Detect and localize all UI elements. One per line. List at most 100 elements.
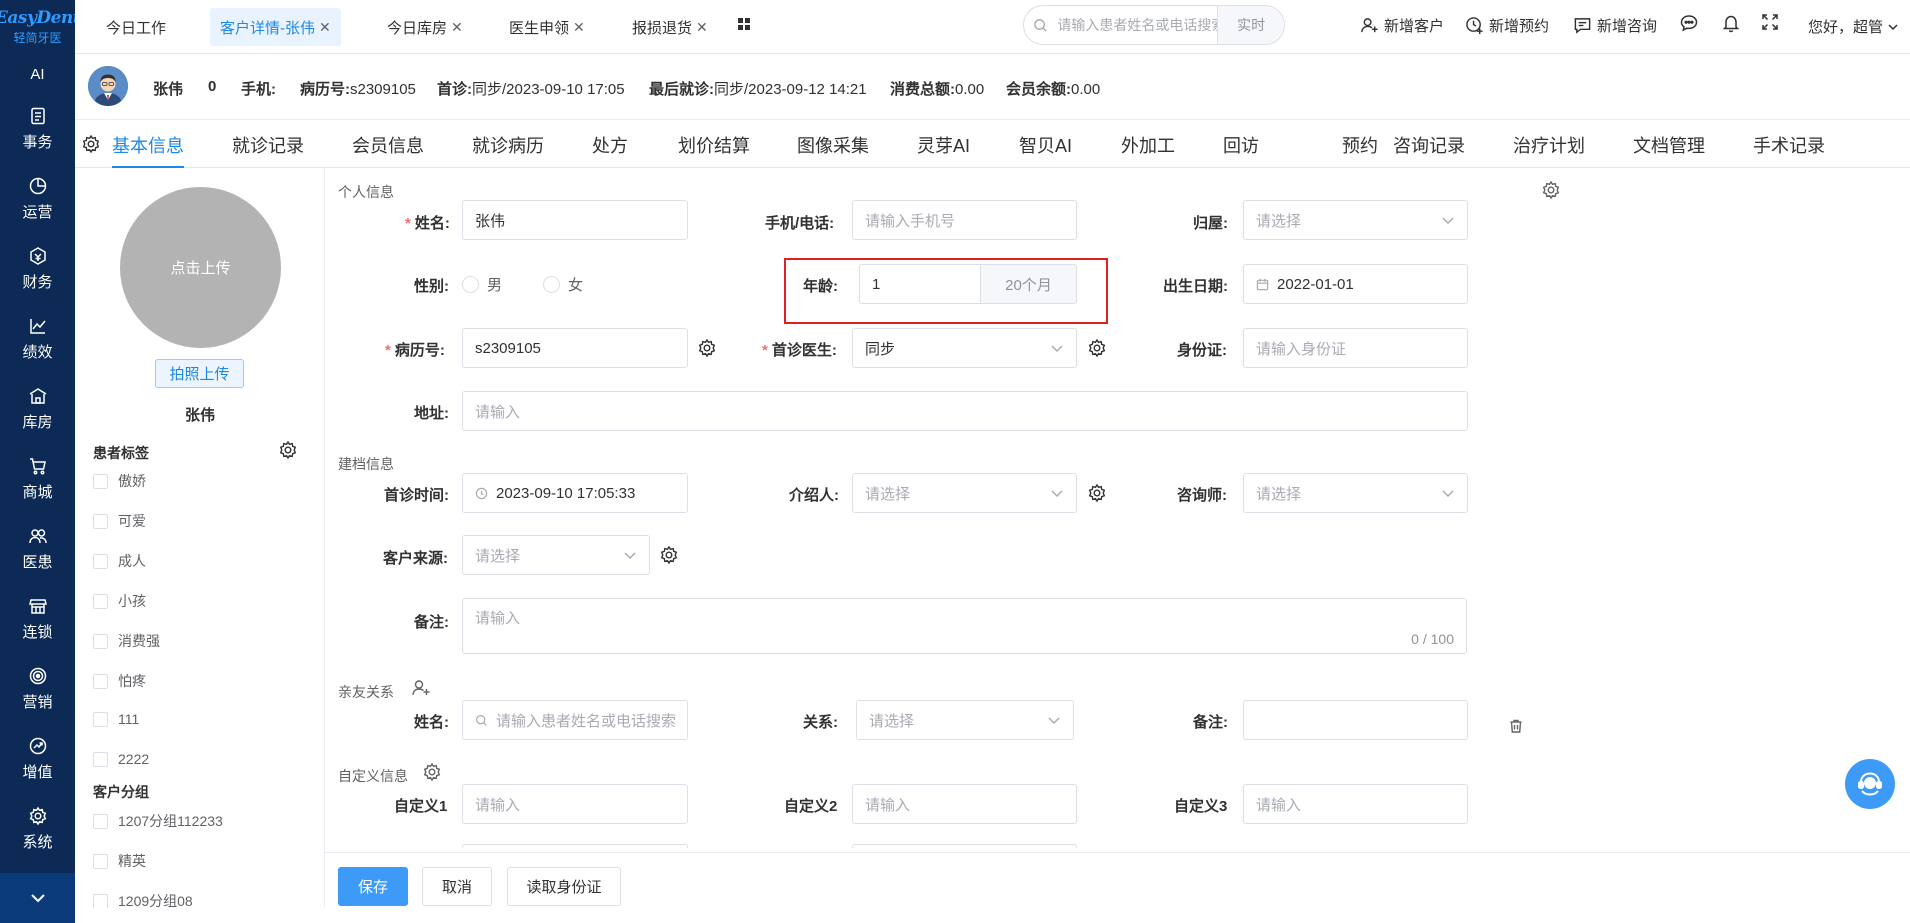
- take-photo-button[interactable]: 拍照上传: [155, 359, 244, 388]
- avatar[interactable]: [88, 66, 128, 106]
- sidebar-item-patients[interactable]: 医患: [0, 514, 75, 584]
- tab-prescription[interactable]: 处方: [592, 132, 628, 168]
- checkbox-icon[interactable]: [93, 893, 108, 908]
- tab-image-capture[interactable]: 图像采集: [797, 132, 869, 168]
- tab-today-warehouse[interactable]: 今日库房 ✕: [387, 8, 463, 46]
- belong-select[interactable]: 请选择: [1243, 200, 1468, 240]
- tab-documents[interactable]: 文档管理: [1633, 132, 1705, 168]
- gear-icon[interactable]: [422, 762, 442, 782]
- first-doctor-select[interactable]: 同步: [852, 328, 1077, 368]
- tag-checkbox[interactable]: 2222: [93, 751, 149, 767]
- tab-member-info[interactable]: 会员信息: [352, 132, 424, 168]
- sidebar-item-value-added[interactable]: 增值: [0, 724, 75, 794]
- bell-icon[interactable]: [1721, 13, 1741, 33]
- tag-checkbox[interactable]: 小孩: [93, 591, 146, 611]
- source-select[interactable]: 请选择: [462, 535, 650, 575]
- custom1-input[interactable]: 请输入: [462, 784, 688, 824]
- sidebar-item-chain[interactable]: 连锁: [0, 584, 75, 654]
- custom4-input[interactable]: [462, 844, 688, 848]
- tab-consult-records[interactable]: 咨询记录: [1393, 132, 1465, 168]
- save-button[interactable]: 保存: [338, 867, 408, 906]
- checkbox-icon[interactable]: [93, 813, 108, 829]
- group-checkbox[interactable]: 1207分组112233: [93, 811, 223, 831]
- logo[interactable]: EasyDent 轻简牙医: [0, 0, 81, 54]
- tab-damage-return[interactable]: 报损退货 ✕: [632, 8, 708, 46]
- new-appointment-button[interactable]: 新增预约: [1465, 12, 1549, 38]
- cancel-button[interactable]: 取消: [422, 867, 492, 906]
- gear-icon[interactable]: [697, 338, 717, 358]
- gender-male-radio[interactable]: 男: [462, 274, 502, 295]
- tab-doctor-requisition[interactable]: 医生申领 ✕: [509, 8, 585, 46]
- age-input[interactable]: 1: [859, 264, 981, 304]
- sidebar-item-warehouse[interactable]: 库房: [0, 374, 75, 444]
- close-icon[interactable]: ✕: [319, 19, 331, 36]
- referrer-select[interactable]: 请选择: [852, 473, 1077, 513]
- sidebar-item-tasks[interactable]: 事务: [0, 94, 75, 164]
- sidebar-item-finance[interactable]: 财务: [0, 234, 75, 304]
- tab-today-work[interactable]: 今日工作: [106, 8, 166, 46]
- checkbox-icon[interactable]: [93, 751, 108, 767]
- gender-female-radio[interactable]: 女: [543, 274, 583, 295]
- record-no-input[interactable]: s2309105: [462, 328, 688, 368]
- sidebar-item-marketing[interactable]: 营销: [0, 654, 75, 724]
- tab-customer-detail[interactable]: 客户详情-张伟 ✕: [210, 8, 341, 46]
- birth-date-picker[interactable]: 2022-01-01: [1243, 264, 1468, 304]
- search-mode-button[interactable]: 实时: [1217, 6, 1284, 44]
- id-card-input[interactable]: 请输入身份证: [1243, 328, 1468, 368]
- radio-icon[interactable]: [543, 276, 560, 293]
- tag-checkbox[interactable]: 成人: [93, 551, 146, 571]
- phone-input[interactable]: 请输入手机号: [852, 200, 1077, 240]
- tag-checkbox[interactable]: 消费强: [93, 631, 160, 651]
- new-customer-button[interactable]: 新增客户: [1360, 12, 1444, 38]
- checkbox-icon[interactable]: [93, 473, 108, 489]
- chat-icon[interactable]: [1679, 13, 1699, 33]
- tag-checkbox[interactable]: 怕疼: [93, 671, 146, 691]
- checkbox-icon[interactable]: [93, 513, 108, 529]
- read-id-card-button[interactable]: 读取身份证: [507, 867, 621, 906]
- remark-textarea[interactable]: 请输入 0 / 100: [462, 598, 1467, 654]
- relation-select[interactable]: 请选择: [856, 700, 1074, 740]
- tab-basic-info[interactable]: 基本信息: [112, 132, 184, 168]
- custom3-input[interactable]: 请输入: [1243, 784, 1468, 824]
- tab-follow-up[interactable]: 回访: [1223, 132, 1259, 168]
- trash-icon[interactable]: [1508, 718, 1524, 734]
- checkbox-icon[interactable]: [93, 853, 108, 869]
- sidebar-item-system[interactable]: 系统: [0, 794, 75, 864]
- checkbox-icon[interactable]: [93, 633, 108, 649]
- fullscreen-icon[interactable]: [1761, 13, 1779, 31]
- sidebar-item-ai[interactable]: AI: [0, 54, 75, 94]
- address-input[interactable]: 请输入: [462, 391, 1468, 431]
- tab-medical-records[interactable]: 就诊病历: [472, 132, 544, 168]
- gear-icon[interactable]: [81, 134, 101, 154]
- gear-icon[interactable]: [1087, 338, 1107, 358]
- tab-appointments[interactable]: 预约: [1342, 132, 1378, 168]
- tab-treatment-plan[interactable]: 治疗计划: [1513, 132, 1585, 168]
- checkbox-icon[interactable]: [93, 593, 108, 609]
- tab-visit-records[interactable]: 就诊记录: [232, 132, 304, 168]
- gear-icon[interactable]: [1541, 180, 1561, 200]
- checkbox-icon[interactable]: [93, 553, 108, 569]
- search-input[interactable]: [1057, 6, 1218, 44]
- custom5-input[interactable]: [852, 844, 1077, 848]
- relative-remark-input[interactable]: [1243, 700, 1468, 740]
- photo-upload-area[interactable]: 点击上传: [120, 187, 281, 348]
- checkbox-icon[interactable]: [93, 711, 108, 727]
- gear-icon[interactable]: [278, 440, 298, 460]
- sidebar-item-mall[interactable]: 商城: [0, 444, 75, 514]
- gear-icon[interactable]: [1087, 483, 1107, 503]
- sidebar-collapse-button[interactable]: [0, 873, 75, 923]
- new-consult-button[interactable]: 新增咨询: [1573, 12, 1657, 38]
- group-checkbox[interactable]: 1209分组08: [93, 891, 193, 908]
- group-checkbox[interactable]: 精英: [93, 851, 146, 871]
- consultant-select[interactable]: 请选择: [1243, 473, 1468, 513]
- relative-search-input[interactable]: 请输入患者姓名或电话搜索: [462, 700, 688, 740]
- tab-billing[interactable]: 划价结算: [678, 132, 750, 168]
- tag-checkbox[interactable]: 111: [93, 711, 139, 727]
- checkbox-icon[interactable]: [93, 673, 108, 689]
- tab-outsourcing[interactable]: 外加工: [1121, 132, 1175, 168]
- customer-service-button[interactable]: [1845, 759, 1895, 809]
- tab-surgery-records[interactable]: 手术记录: [1753, 132, 1825, 168]
- close-icon[interactable]: ✕: [696, 19, 708, 36]
- close-icon[interactable]: ✕: [573, 19, 585, 36]
- add-user-icon[interactable]: [411, 678, 431, 698]
